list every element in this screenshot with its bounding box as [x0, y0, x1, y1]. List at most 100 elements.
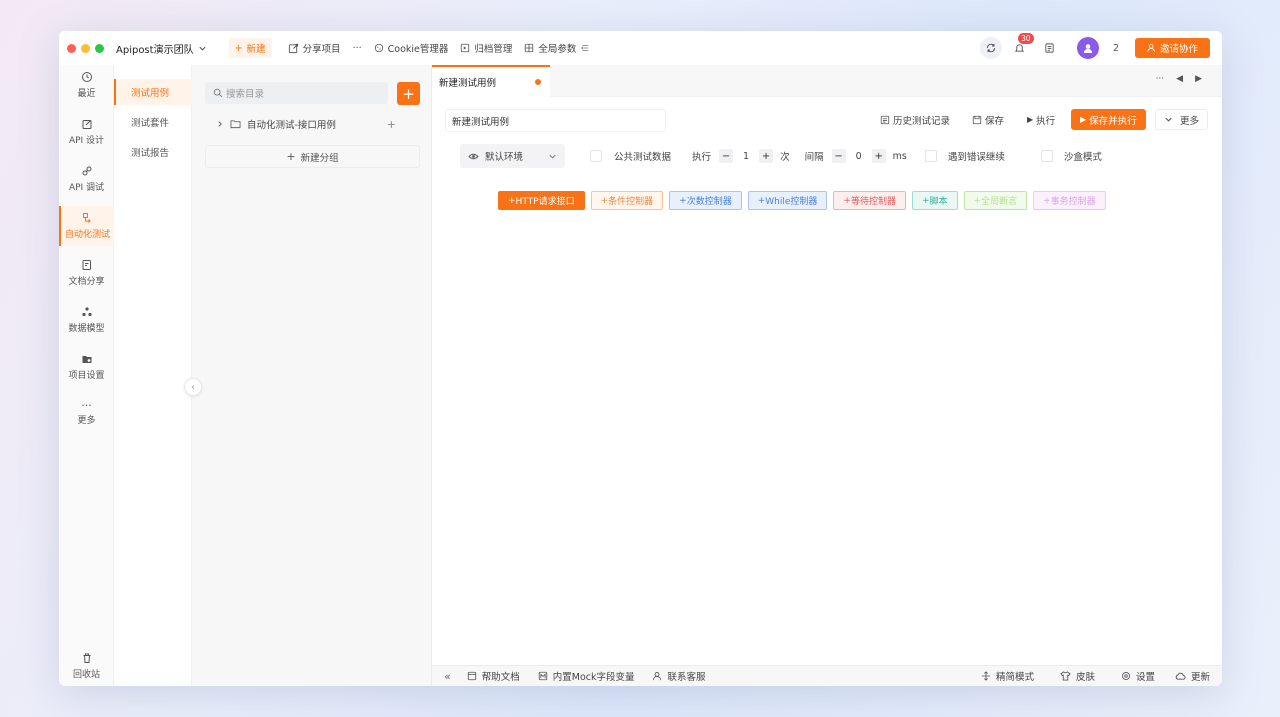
add-wait-controller-button[interactable]: + 等待控制器 — [833, 191, 906, 210]
interval-decrement-button[interactable]: − — [831, 149, 846, 163]
tab-more-icon[interactable]: ··· — [1156, 74, 1165, 84]
nav-item-project-settings[interactable]: 项目设置 — [59, 347, 114, 387]
search-icon — [213, 88, 223, 98]
cookie-manager-button[interactable]: Cookie管理器 — [368, 38, 455, 58]
sub-item-label: 测试套件 — [131, 118, 170, 129]
nav-item-label: 自动化测试 — [64, 230, 110, 240]
add-global-assert-button[interactable]: + 全局断言 — [963, 191, 1028, 210]
nav-item-more[interactable]: ··· 更多 — [59, 394, 114, 434]
eye-icon — [468, 152, 479, 161]
settings-button[interactable]: 设置 — [1121, 669, 1155, 683]
add-case-button[interactable]: + — [397, 82, 420, 105]
continue-on-error-checkbox[interactable] — [924, 150, 937, 162]
team-name: Apipost演示团队 — [116, 44, 194, 56]
plus-icon: + — [402, 84, 415, 103]
environment-select[interactable]: 默认环境 — [460, 144, 565, 168]
interval-input[interactable]: 0 — [856, 151, 862, 162]
invite-collaborate-button[interactable]: 邀请协作 — [1135, 38, 1210, 58]
add-while-controller-button[interactable]: + While控制器 — [747, 191, 828, 210]
global-params-button[interactable]: 全局参数 — [518, 38, 596, 58]
environment-label: 默认环境 — [485, 152, 524, 163]
controller-toolbar: + HTTP请求接口 + 条件控制器 + 次数控制器 + While控制器 + 等待控制器… — [498, 191, 1106, 210]
add-loop-controller-button[interactable]: + 次数控制器 — [669, 191, 742, 210]
chevron-down-icon — [1164, 115, 1173, 124]
shirt-icon — [1060, 671, 1071, 681]
nav-item-label: 项目设置 — [68, 371, 105, 381]
collapse-sidebar-icon[interactable]: « — [444, 670, 451, 683]
skin-button[interactable]: 皮肤 — [1060, 669, 1095, 683]
share-project-button[interactable]: 分享项目 — [282, 38, 347, 58]
more-menu-button[interactable]: ··· — [347, 38, 368, 58]
mock-icon — [538, 671, 548, 681]
exec-increment-button[interactable]: + — [759, 149, 774, 163]
notifications-button[interactable]: 30 — [1012, 33, 1034, 56]
controller-label: 条件控制器 — [608, 197, 654, 207]
collapse-panel-button[interactable]: ‹ — [184, 378, 202, 396]
cloud-icon — [1175, 671, 1186, 681]
nav-item-recent[interactable]: 最近 — [59, 65, 114, 105]
add-transaction-controller-button[interactable]: + 事务控制器 — [1033, 191, 1106, 210]
save-and-run-button[interactable]: ▶ 保存并执行 — [1071, 109, 1146, 130]
user-add-icon — [1147, 43, 1157, 53]
document-icon[interactable] — [1044, 42, 1055, 54]
new-button[interactable]: + 新建 — [228, 38, 272, 58]
plus-icon: + — [757, 195, 766, 206]
nav-item-api-design[interactable]: API 设计 — [59, 112, 114, 152]
chevron-right-icon[interactable] — [216, 120, 224, 128]
plus-icon: + — [679, 195, 687, 206]
play-icon: ▶ — [1027, 115, 1034, 124]
help-docs-button[interactable]: 帮助文档 — [467, 669, 520, 683]
minimize-window-button[interactable] — [81, 43, 90, 53]
topbar-right-tools: 30 2 邀请协作 — [979, 33, 1210, 59]
link-icon — [81, 165, 93, 177]
collapse-menu-icon[interactable] — [580, 43, 590, 53]
tab-new-test-case[interactable]: 新建测试用例 — [432, 65, 550, 97]
nav-item-doc-share[interactable]: 文档分享 — [59, 253, 114, 293]
sub-item-test-reports[interactable]: 测试报告 — [114, 139, 192, 165]
update-button[interactable]: 更新 — [1175, 669, 1210, 683]
new-group-button[interactable]: + 新建分组 — [205, 145, 420, 168]
controller-label: HTTP请求接口 — [515, 197, 575, 207]
maximize-window-button[interactable] — [95, 43, 104, 53]
add-subitem-icon[interactable]: + — [387, 118, 396, 131]
simple-mode-button[interactable]: 精简模式 — [981, 669, 1034, 683]
exec-decrement-button[interactable]: − — [719, 149, 734, 163]
search-placeholder: 搜索目录 — [226, 89, 265, 100]
tree-folder-row[interactable]: 自动化测试-接口用例 + — [205, 113, 420, 135]
search-input[interactable]: 搜索目录 — [205, 82, 388, 104]
nav-item-data-model[interactable]: 数据模型 — [59, 300, 114, 340]
avatar[interactable] — [1076, 37, 1099, 59]
history-button[interactable]: 历史测试记录 — [880, 109, 950, 130]
nav-item-automation-test[interactable]: 自动化测试 — [59, 206, 114, 246]
chevron-left-icon: ‹ — [191, 381, 195, 393]
tab-next-icon[interactable]: ▶ — [1195, 74, 1202, 84]
interval-increment-button[interactable]: + — [871, 149, 886, 163]
ellipsis-icon: ··· — [81, 399, 92, 412]
archive-manager-button[interactable]: 归档管理 — [454, 38, 518, 58]
chevron-down-icon — [198, 44, 207, 53]
team-switcher[interactable]: Apipost演示团队 — [116, 41, 207, 56]
public-data-checkbox[interactable] — [590, 150, 602, 162]
contact-support-button[interactable]: 联系客服 — [652, 669, 706, 683]
add-http-request-button[interactable]: + HTTP请求接口 — [498, 191, 585, 210]
add-script-button[interactable]: + 脚本 — [911, 191, 958, 210]
tab-prev-icon[interactable]: ◀ — [1176, 74, 1183, 84]
exec-count-input[interactable]: 1 — [743, 151, 749, 162]
run-button[interactable]: ▶ 执行 — [1027, 109, 1055, 130]
sync-button[interactable] — [979, 37, 1002, 59]
save-icon — [972, 115, 982, 125]
case-name-input[interactable]: 新建测试用例 — [445, 109, 666, 132]
doc-share-icon — [81, 259, 93, 271]
plus-icon: + — [600, 195, 609, 206]
more-actions-button[interactable]: 更多 — [1155, 109, 1209, 130]
sandbox-checkbox[interactable] — [1040, 150, 1053, 162]
add-condition-controller-button[interactable]: + 条件控制器 — [590, 191, 664, 210]
sub-item-test-cases[interactable]: 测试用例 — [114, 79, 192, 105]
sub-item-test-suites[interactable]: 测试套件 — [114, 109, 192, 135]
interval-unit: ms — [892, 150, 907, 162]
save-button[interactable]: 保存 — [972, 109, 1004, 130]
close-window-button[interactable] — [67, 43, 76, 53]
nav-item-api-debug[interactable]: API 调试 — [59, 159, 114, 199]
mock-variables-button[interactable]: 内置Mock字段变量 — [538, 669, 634, 683]
nav-item-trash[interactable]: 回收站 — [59, 646, 114, 686]
